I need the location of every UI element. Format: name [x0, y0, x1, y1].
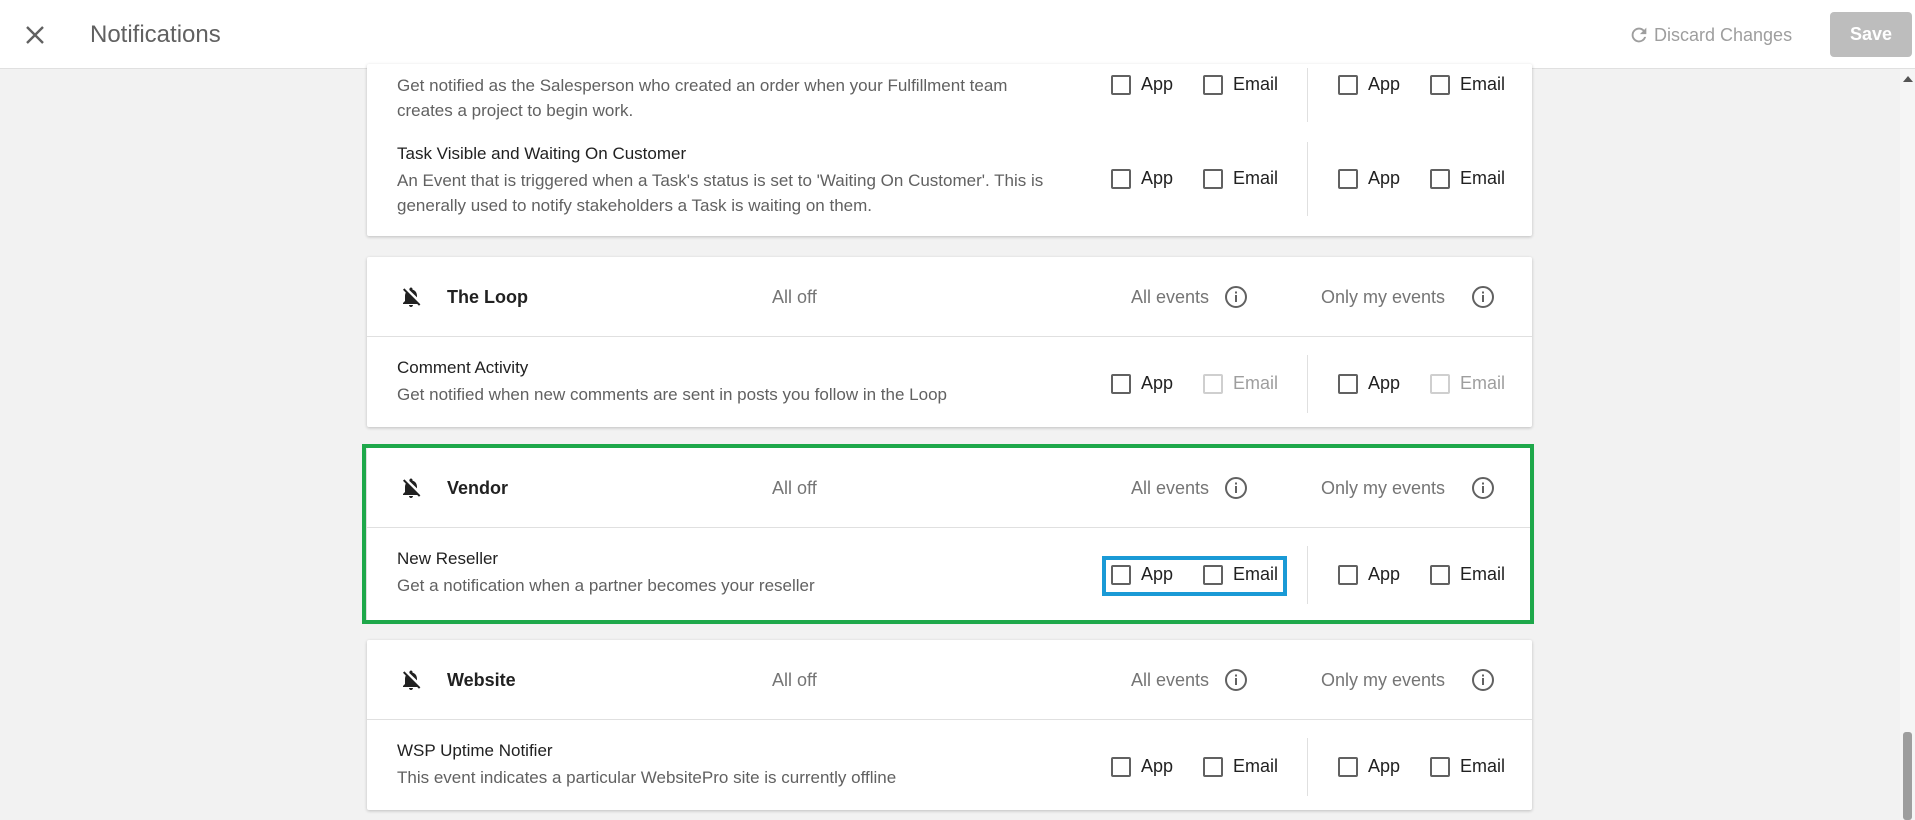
only-my-events-app-checkbox[interactable]: App [1338, 74, 1400, 95]
email-label: Email [1233, 756, 1279, 776]
checkbox-box[interactable] [1338, 373, 1358, 394]
info-icon[interactable] [1224, 285, 1248, 309]
category-status: All off [772, 670, 817, 690]
bell-off-icon [403, 287, 421, 307]
close-button[interactable] [20, 20, 50, 50]
page-title: Notifications [90, 21, 221, 48]
all-events-label: All events [1131, 287, 1210, 307]
column-divider [1307, 738, 1308, 796]
all-events-app-checkbox[interactable]: App [1111, 74, 1173, 95]
all-events-app-checkbox[interactable]: App [1111, 373, 1173, 394]
category-card-website: Website All off All events Only my event… [367, 640, 1532, 810]
checkbox-box[interactable] [1430, 756, 1450, 777]
new-reseller-options-highlight [1102, 556, 1287, 596]
category-card-the-loop: The Loop All off All events Only my even… [367, 257, 1532, 427]
event-title: WSP Uptime Notifier [397, 741, 553, 760]
email-label: Email [1460, 756, 1506, 776]
email-label: Email [1233, 168, 1279, 188]
checkbox-box[interactable] [1111, 756, 1131, 777]
checkbox-box[interactable] [1338, 74, 1358, 95]
category-header: Website All off All events Only my event… [367, 640, 1532, 720]
close-icon [26, 26, 44, 44]
event-title: Comment Activity [397, 358, 529, 377]
only-my-events-app-checkbox[interactable]: App [1338, 756, 1400, 777]
bell-off-icon [403, 670, 421, 690]
all-events-email-checkbox: Email [1203, 373, 1278, 394]
app-label: App [1141, 373, 1174, 393]
refresh-icon [1631, 27, 1647, 43]
column-divider [1307, 68, 1308, 122]
info-icon[interactable] [1471, 285, 1495, 309]
only-my-events-email-checkbox: Email [1430, 373, 1505, 394]
only-my-events-label: Only my events [1321, 670, 1446, 690]
event-description: An Event that is triggered when a Task's… [397, 171, 1044, 215]
app-label: App [1141, 756, 1174, 776]
category-header: The Loop All off All events Only my even… [367, 257, 1532, 337]
app-label: App [1368, 373, 1401, 393]
only-my-events-email-checkbox[interactable]: Email [1430, 168, 1505, 189]
app-label: App [1368, 756, 1401, 776]
app-label: App [1368, 168, 1401, 188]
checkbox-box [1203, 373, 1223, 394]
only-my-events-app-checkbox[interactable]: App [1338, 168, 1400, 189]
app-label: App [1141, 168, 1174, 188]
all-events-label: All events [1131, 670, 1210, 690]
category-name: Website [447, 670, 516, 690]
checkbox-box[interactable] [1338, 756, 1358, 777]
only-my-events-label: Only my events [1321, 287, 1446, 307]
checkbox-box[interactable] [1338, 168, 1358, 189]
checkbox-box[interactable] [1203, 74, 1223, 95]
email-label: Email [1460, 74, 1506, 94]
only-my-events-email-checkbox[interactable]: Email [1430, 74, 1505, 95]
discard-changes-button[interactable]: Discard Changes [1628, 20, 1792, 50]
event-description: Get notified as the Salesperson who crea… [397, 76, 1008, 120]
info-icon[interactable] [1224, 668, 1248, 692]
category-name: The Loop [447, 287, 528, 307]
scrollbar-thumb[interactable] [1903, 732, 1912, 820]
checkbox-box[interactable] [1203, 168, 1223, 189]
top-bar: Notifications Discard Changes Save [0, 0, 1915, 69]
all-events-email-checkbox[interactable]: Email [1203, 756, 1278, 777]
checkbox-box[interactable] [1430, 168, 1450, 189]
checkbox-box[interactable] [1111, 168, 1131, 189]
column-divider [1307, 142, 1308, 216]
checkbox-box[interactable] [1203, 756, 1223, 777]
checkbox-box [1430, 373, 1450, 394]
all-events-app-checkbox[interactable]: App [1111, 168, 1173, 189]
info-icon[interactable] [1471, 668, 1495, 692]
email-label: Email [1460, 373, 1506, 393]
email-label: Email [1233, 74, 1279, 94]
vendor-section-highlight [362, 444, 1534, 624]
event-title: Task Visible and Waiting On Customer [397, 144, 687, 163]
all-events-app-checkbox[interactable]: App [1111, 756, 1173, 777]
save-button[interactable]: Save [1830, 12, 1912, 57]
scrollbar-track[interactable] [1900, 69, 1915, 820]
discard-changes-label: Discard Changes [1654, 24, 1793, 45]
category-card: Get notified as the Salesperson who crea… [367, 64, 1532, 236]
event-row: Comment Activity Get notified when new c… [367, 337, 1532, 431]
category-status: All off [772, 287, 817, 307]
column-divider [1307, 355, 1308, 413]
email-label: Email [1233, 373, 1279, 393]
app-label: App [1368, 74, 1401, 94]
all-events-email-checkbox[interactable]: Email [1203, 74, 1278, 95]
scroll-up-arrow-icon[interactable] [1903, 76, 1913, 82]
checkbox-box[interactable] [1430, 74, 1450, 95]
only-my-events-app-checkbox[interactable]: App [1338, 373, 1400, 394]
all-events-email-checkbox[interactable]: Email [1203, 168, 1278, 189]
app-label: App [1141, 74, 1174, 94]
email-label: Email [1460, 168, 1506, 188]
checkbox-box[interactable] [1111, 373, 1131, 394]
event-description: Get notified when new comments are sent … [397, 385, 947, 404]
checkbox-box[interactable] [1111, 74, 1131, 95]
only-my-events-email-checkbox[interactable]: Email [1430, 756, 1505, 777]
event-row: WSP Uptime Notifier This event indicates… [367, 720, 1532, 814]
event-description: This event indicates a particular Websit… [397, 768, 897, 787]
